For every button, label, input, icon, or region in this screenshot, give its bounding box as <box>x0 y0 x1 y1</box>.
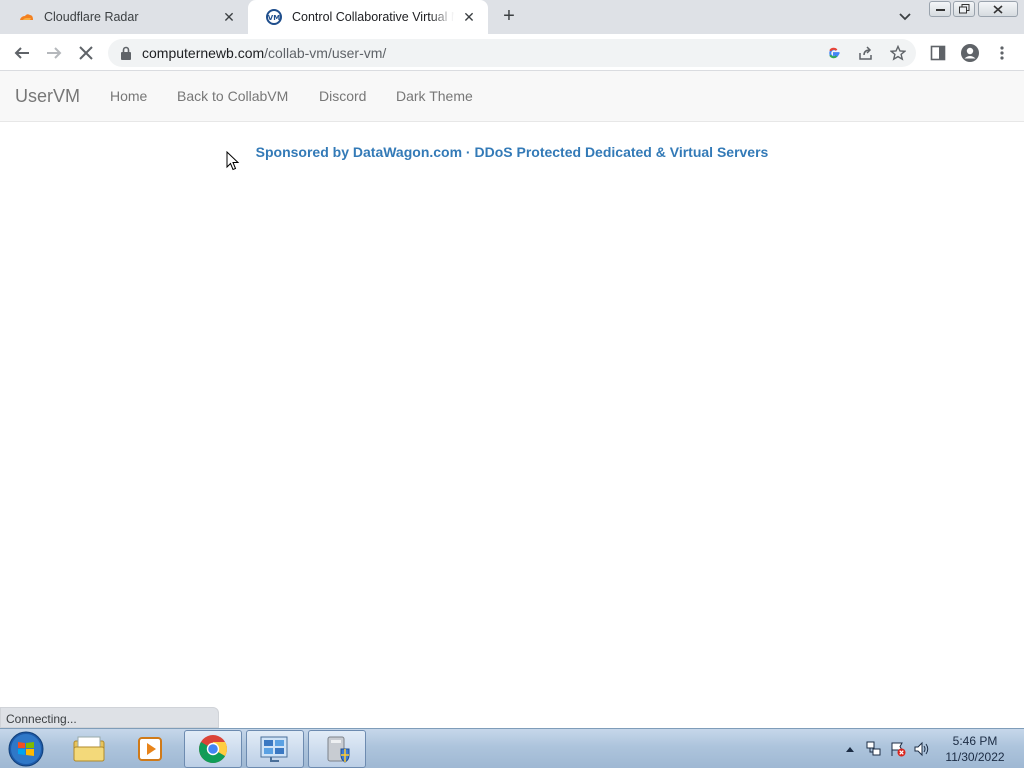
nav-dark-theme[interactable]: Dark Theme <box>396 88 473 104</box>
restore-window-button[interactable] <box>953 1 975 17</box>
tab-collabvm[interactable]: VM Control Collaborative Virtual Machine… <box>248 0 488 34</box>
taskbar-control-panel[interactable] <box>246 730 304 768</box>
network-icon[interactable] <box>865 729 883 769</box>
bookmark-star-icon[interactable] <box>888 43 908 63</box>
action-center-alert-icon[interactable] <box>888 729 908 769</box>
site-navbar: UserVM Home Back to CollabVM Discord Dar… <box>0 71 1024 122</box>
cloudflare-icon <box>20 14 33 20</box>
control-panel-icon <box>260 736 288 762</box>
media-player-icon <box>138 737 162 761</box>
close-window-button[interactable] <box>978 1 1018 17</box>
nav-home[interactable]: Home <box>110 88 147 104</box>
stop-loading-icon[interactable] <box>74 41 98 65</box>
tab-title: Cloudflare Radar <box>44 10 139 24</box>
tab-search-chevron-icon[interactable] <box>896 8 914 26</box>
address-bar[interactable]: computernewb.com/collab-vm/user-vm/ <box>108 39 916 67</box>
profile-avatar-icon[interactable] <box>958 41 982 65</box>
tab-cloudflare-radar[interactable]: Cloudflare Radar ✕ <box>0 0 248 34</box>
nav-discord[interactable]: Discord <box>319 88 366 104</box>
clock-time: 5:46 PM <box>952 734 998 748</box>
chrome-icon <box>199 735 227 763</box>
taskbar-chrome[interactable] <box>184 730 242 768</box>
taskbar-security[interactable] <box>308 730 366 768</box>
system-clock[interactable]: 5:46 PM 11/30/2022 <box>936 733 1014 765</box>
nav-back-to-collabvm[interactable]: Back to CollabVM <box>177 88 288 104</box>
volume-icon[interactable] <box>912 729 932 769</box>
file-explorer-icon <box>73 736 105 762</box>
sponsor-link[interactable]: Sponsored by DataWagon.com · DDoS Protec… <box>0 144 1024 160</box>
url-path: /collab-vm/user-vm/ <box>264 45 387 61</box>
minimize-window-button[interactable] <box>929 1 951 17</box>
close-tab-icon[interactable]: ✕ <box>220 8 238 26</box>
show-hidden-icons-icon[interactable] <box>843 729 857 769</box>
svg-text:VM: VM <box>268 14 280 22</box>
taskbar-explorer[interactable] <box>60 730 118 768</box>
security-icon <box>327 736 350 763</box>
forward-arrow-icon[interactable] <box>42 41 66 65</box>
windows-taskbar: 5:46 PM 11/30/2022 <box>0 728 1024 768</box>
taskbar-media-player[interactable] <box>121 730 179 768</box>
new-tab-button[interactable]: + <box>498 5 520 27</box>
url-host: computernewb.com <box>142 45 265 61</box>
status-bubble: Connecting... <box>0 707 219 728</box>
share-icon[interactable] <box>856 43 876 63</box>
google-icon[interactable] <box>824 43 844 63</box>
collabvm-icon: VM <box>266 9 282 25</box>
lock-icon[interactable] <box>120 46 132 60</box>
clock-date: 11/30/2022 <box>945 750 1005 764</box>
tab-title: Control Collaborative Virtual Machines <box>292 10 454 24</box>
brand-link[interactable]: UserVM <box>15 86 80 107</box>
browser-toolbar: computernewb.com/collab-vm/user-vm/ <box>0 34 1024 71</box>
start-orb-icon[interactable] <box>4 730 48 768</box>
kebab-menu-icon[interactable] <box>990 41 1014 65</box>
mouse-cursor-icon <box>226 151 240 171</box>
side-panel-icon[interactable] <box>926 41 950 65</box>
close-tab-icon[interactable]: ✕ <box>460 8 478 26</box>
url-text[interactable]: computernewb.com/collab-vm/user-vm/ <box>142 45 386 61</box>
back-arrow-icon[interactable] <box>10 41 34 65</box>
tab-strip: Cloudflare Radar ✕ VM Control Collaborat… <box>0 0 1024 34</box>
